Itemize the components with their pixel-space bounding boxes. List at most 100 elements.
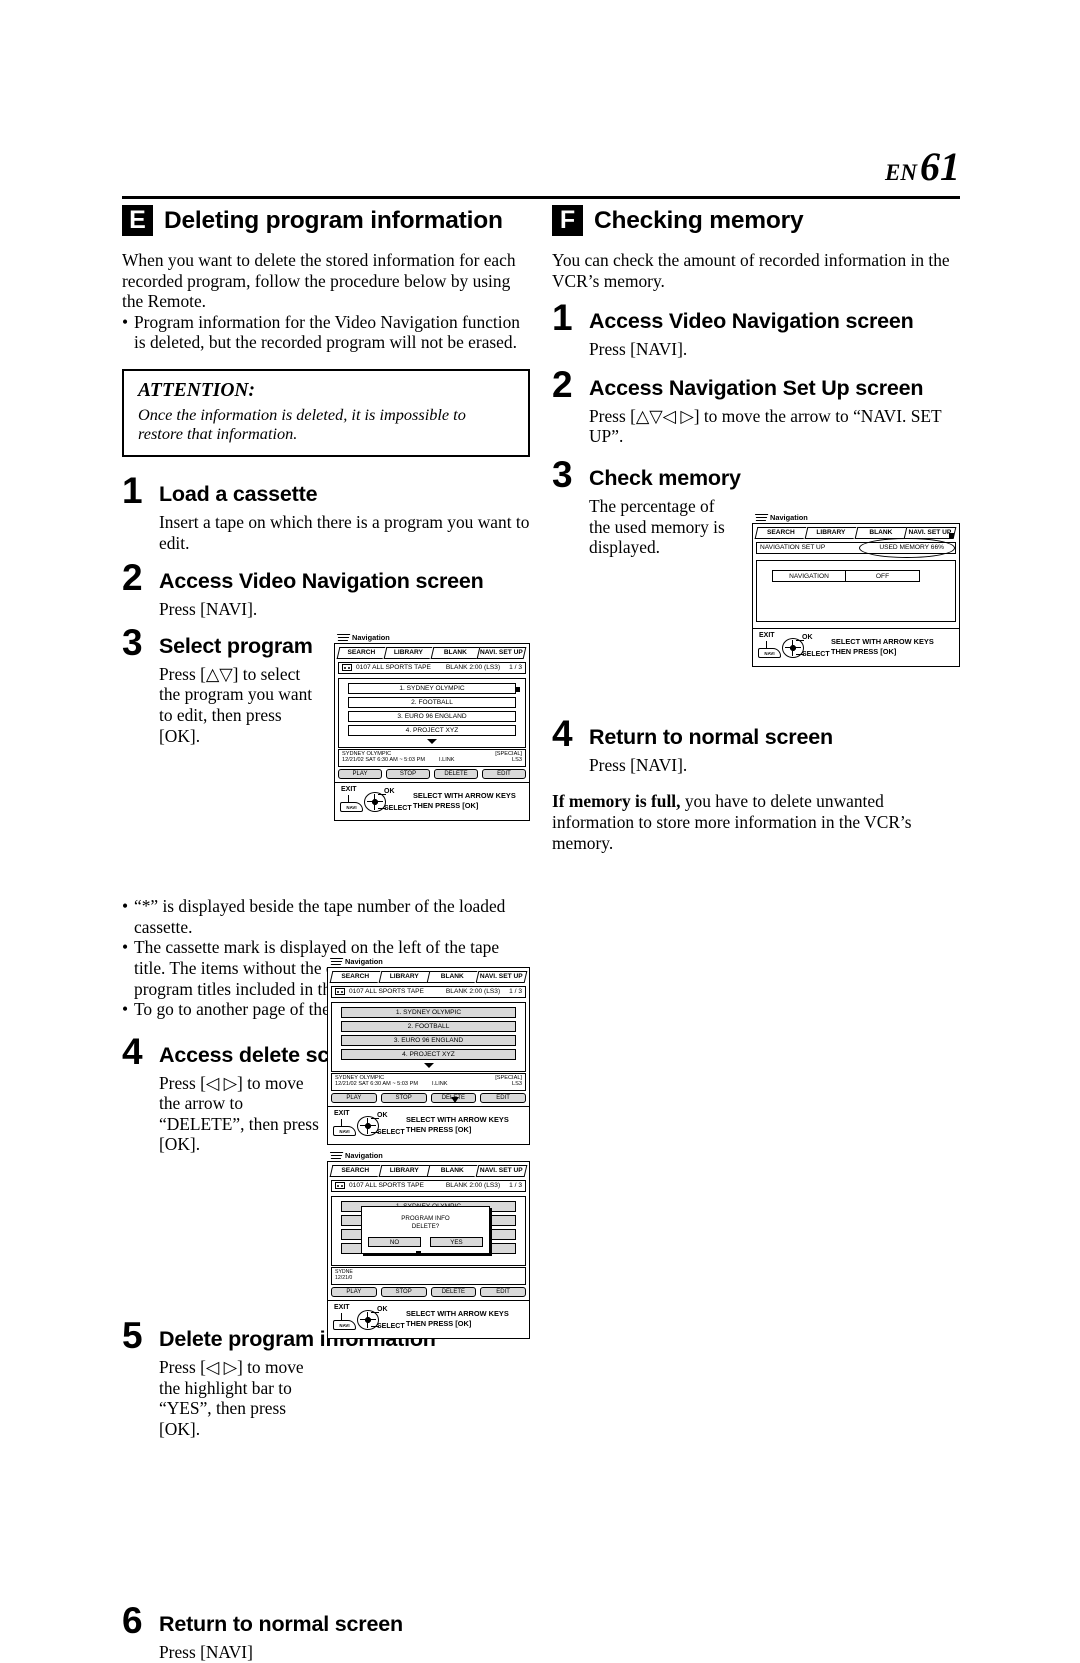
- remote-navi-button[interactable]: NAVI: [340, 801, 363, 812]
- osd-page-info: 1 / 3: [509, 1182, 522, 1189]
- remote-navi-button[interactable]: NAVI: [333, 1319, 356, 1330]
- list-item[interactable]: 4. PROJECT XYZ: [341, 1048, 516, 1060]
- detail-link: I.LINK: [431, 1081, 448, 1088]
- footer-line-2: THEN PRESS [OK]: [413, 800, 479, 810]
- navigation-glyph-icon: [752, 514, 769, 521]
- osd-edit-button[interactable]: EDIT: [480, 1286, 526, 1297]
- step-title: Return to normal screen: [589, 724, 833, 749]
- remote-select-label: SELECT: [377, 1128, 405, 1136]
- step-header: 6 Return to normal screen: [122, 1602, 530, 1639]
- osd-tape-info: 0107 ALL SPORTS TAPE: [356, 664, 431, 671]
- osd-tab-library[interactable]: LIBRARY: [378, 1165, 429, 1177]
- osd-tape-bar: 0107 ALL SPORTS TAPE BLANK 2:00 (LS3) 1 …: [331, 1179, 526, 1192]
- osd-stop-button[interactable]: STOP: [386, 768, 430, 779]
- osd-tab-bar: SEARCH LIBRARY BLANK NAVI. SET UP: [329, 1165, 527, 1177]
- remote-illustration: EXIT NAVI OK SELECT: [340, 786, 412, 816]
- header-divider: [122, 196, 960, 199]
- osd-delete-button[interactable]: DELETE: [434, 768, 478, 779]
- osd-edit-button[interactable]: EDIT: [480, 1092, 526, 1103]
- detail-row: SYDNE: [335, 1268, 353, 1275]
- section-letter-badge: F: [552, 205, 583, 236]
- detail-title: SYDNEY OLYMPIC: [342, 750, 392, 757]
- osd-stop-button[interactable]: STOP: [380, 1286, 427, 1297]
- cassette-mark-icon: [335, 1182, 345, 1189]
- osd-tab-blank[interactable]: BLANK: [426, 1165, 477, 1177]
- osd-button-row: PLAY STOP DELETE EDIT: [331, 1286, 526, 1297]
- osd-footer-instructions: SELECT WITH ARROW KEYS THEN PRESS [OK]: [406, 1115, 509, 1135]
- osd-button-row: PLAY STOP DELETE EDIT: [331, 1092, 526, 1103]
- osd-tab-blank[interactable]: BLANK: [426, 971, 477, 983]
- remote-ok-label: OK: [377, 1111, 388, 1119]
- osd-tab-library[interactable]: LIBRARY: [383, 647, 432, 659]
- remote-navi-button[interactable]: NAVI: [333, 1125, 356, 1136]
- cursor-arrow-icon: [451, 1096, 459, 1103]
- osd-screen-delete-confirm: Navigation SEARCH LIBRARY BLANK NAVI. SE…: [327, 1151, 530, 1339]
- list-item[interactable]: 2. FOOTBALL: [341, 1020, 516, 1032]
- osd-play-button[interactable]: PLAY: [338, 768, 382, 779]
- osd-tab-navi-setup[interactable]: NAVI. SET UP: [475, 971, 527, 983]
- osd-tab-blank[interactable]: BLANK: [854, 527, 906, 539]
- list-item[interactable]: 1. SYDNEY OLYMPIC: [341, 1006, 516, 1018]
- setup-row-value[interactable]: OFF: [846, 569, 920, 582]
- osd-tab-library[interactable]: LIBRARY: [804, 527, 856, 539]
- osd-edit-button[interactable]: EDIT: [482, 768, 526, 779]
- osd-bar-right: BLANK 2:00 (LS3) 1 / 3: [446, 1182, 522, 1189]
- osd-tab-search[interactable]: SEARCH: [336, 647, 386, 659]
- detail-row: 12/21/02 SAT 6:30 AM ~ 5:03 PM I.LINK LS…: [342, 757, 522, 764]
- osd-play-button[interactable]: PLAY: [331, 1092, 377, 1103]
- osd-play-button[interactable]: PLAY: [331, 1286, 377, 1297]
- osd-footer: EXIT NAVI OK SELECT SELECT WITH ARROW KE…: [753, 627, 959, 666]
- scroll-down-arrow-icon[interactable]: [423, 1062, 434, 1068]
- osd-delete-button[interactable]: DELETE: [430, 1286, 477, 1297]
- osd-tab-search[interactable]: SEARCH: [329, 1165, 380, 1177]
- osd-program-detail: SYDNE 12/21/0: [331, 1266, 526, 1285]
- remote-navi-button[interactable]: NAVI: [758, 647, 781, 658]
- remote-illustration: EXIT NAVI OK SELECT: [333, 1304, 405, 1334]
- step-1: 1 Load a cassette Insert a tape on which…: [122, 472, 530, 553]
- detail-datetime: 12/21/02 SAT 6:30 AM ~ 5:03 PM: [335, 1081, 418, 1088]
- remote-dial-icon[interactable]: [782, 637, 804, 658]
- list-item[interactable]: 3. EURO 96 ENGLAND: [348, 710, 516, 722]
- osd-tab-bar: SEARCH LIBRARY BLANK NAVI. SET UP: [336, 647, 527, 659]
- detail-speed: LS3: [512, 1081, 522, 1088]
- remote-exit-leader: [348, 794, 349, 802]
- step-number: 5: [122, 1315, 143, 1357]
- remote-exit-leader: [766, 640, 767, 648]
- step-title: Return to normal screen: [159, 1612, 403, 1637]
- osd-stop-button[interactable]: STOP: [380, 1092, 427, 1103]
- remote-select-label: SELECT: [377, 1322, 405, 1330]
- list-item[interactable]: 2. FOOTBALL: [348, 696, 516, 708]
- detail-title: SYDNEY OLYMPIC: [335, 1074, 385, 1081]
- list-item[interactable]: 1. SYDNEY OLYMPIC: [348, 682, 516, 694]
- dialog-line-1: PROGRAM INFO: [401, 1215, 450, 1222]
- osd-tab-library[interactable]: LIBRARY: [378, 971, 429, 983]
- osd-tab-blank[interactable]: BLANK: [430, 647, 479, 659]
- remote-select-label: SELECT: [384, 804, 412, 812]
- step-number: 3: [122, 621, 143, 663]
- remote-dial-icon[interactable]: [364, 791, 386, 812]
- detail-row: SYDNEY OLYMPIC [SPECIAL]: [335, 1075, 522, 1082]
- osd-setup-header: NAVIGATION SET UP: [760, 544, 826, 551]
- osd-page-info: 1 / 3: [509, 988, 522, 995]
- osd-frame: SEARCH LIBRARY BLANK NAVI. SET UP 0107 A…: [327, 967, 530, 1145]
- remote-dial-icon[interactable]: [357, 1309, 379, 1330]
- list-item[interactable]: 4. PROJECT XYZ: [348, 724, 516, 736]
- attention-title: ATTENTION:: [138, 379, 255, 401]
- osd-tab-search[interactable]: SEARCH: [329, 971, 380, 983]
- osd-tab-navi-setup[interactable]: NAVI. SET UP: [475, 1165, 527, 1177]
- osd-footer-instructions: SELECT WITH ARROW KEYS THEN PRESS [OK]: [413, 791, 516, 811]
- step-2: 2 Access Navigation Set Up screen Press …: [552, 366, 960, 447]
- detail-speed: LS3: [512, 757, 522, 764]
- dialog-yes-button[interactable]: YES: [430, 1237, 483, 1247]
- osd-tab-navi-setup[interactable]: NAVI. SET UP: [476, 647, 527, 659]
- attention-text: Once the information is deleted, it is i…: [138, 404, 466, 443]
- setup-row: NAVIGATION OFF: [772, 569, 940, 582]
- remote-dial-icon[interactable]: [357, 1115, 379, 1136]
- dialog-no-button[interactable]: NO: [368, 1237, 421, 1247]
- scroll-down-arrow-icon[interactable]: [427, 738, 437, 744]
- osd-footer: EXIT NAVI OK SELECT SELECT WITH ARROW KE…: [335, 781, 529, 820]
- osd-footer: EXIT NAVI OK SELECT SELECT WITH ARROW KE…: [328, 1105, 529, 1144]
- osd-tab-search[interactable]: SEARCH: [754, 527, 807, 539]
- list-item[interactable]: 3. EURO 96 ENGLAND: [341, 1034, 516, 1046]
- section-heading-f: F Checking memory: [552, 205, 960, 236]
